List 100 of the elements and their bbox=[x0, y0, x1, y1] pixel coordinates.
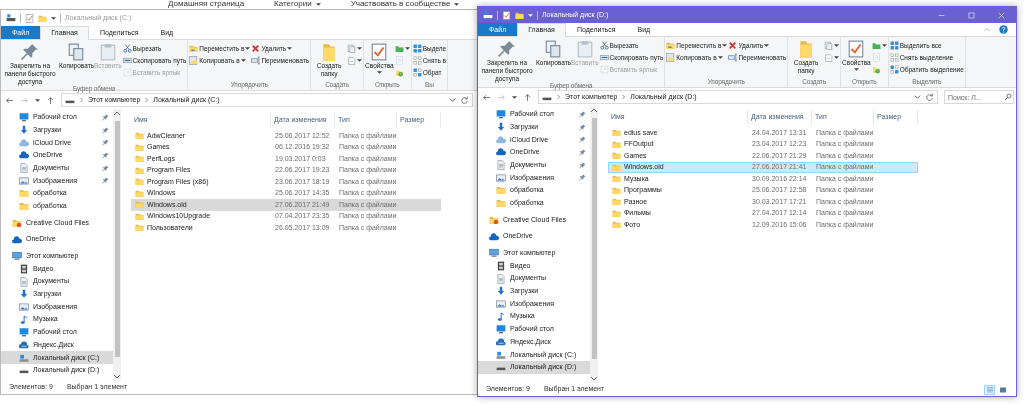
new-item-icon bbox=[347, 44, 357, 53]
cloud-icon bbox=[19, 137, 29, 148]
help-icon[interactable] bbox=[999, 25, 1008, 34]
dropdown-chevron-icon[interactable] bbox=[449, 97, 456, 103]
copy-icon bbox=[67, 43, 85, 61]
picture-icon bbox=[496, 172, 506, 183]
back-arrow-icon[interactable] bbox=[5, 95, 14, 105]
folder-icon bbox=[496, 198, 506, 209]
cloud-icon bbox=[19, 150, 29, 161]
folder-icon bbox=[135, 223, 144, 233]
easy-access-icon bbox=[824, 53, 834, 62]
select-all-icon bbox=[412, 44, 422, 53]
refresh-icon[interactable] bbox=[460, 95, 469, 105]
pin-icon bbox=[21, 43, 39, 61]
details-view-icon bbox=[985, 385, 994, 394]
folder-icon bbox=[612, 197, 621, 207]
folder-icon bbox=[489, 214, 499, 225]
properties-icon[interactable] bbox=[25, 13, 34, 23]
folder-icon bbox=[135, 211, 144, 221]
page-link[interactable]: Домашняя страница bbox=[168, 0, 245, 8]
picture-icon bbox=[496, 298, 506, 309]
ribbon-icon-button[interactable] bbox=[824, 40, 840, 51]
cloud-icon bbox=[12, 234, 22, 245]
cloud-icon bbox=[19, 340, 29, 351]
folder-icon bbox=[135, 177, 144, 187]
ribbon-icon-button[interactable] bbox=[347, 43, 363, 54]
film-icon bbox=[496, 260, 506, 271]
properties-icon bbox=[370, 43, 389, 61]
ribbon-icon-button[interactable] bbox=[347, 55, 363, 66]
folder-icon bbox=[135, 200, 144, 210]
caret-icon[interactable] bbox=[51, 16, 56, 20]
folder-icon bbox=[135, 142, 144, 152]
cloud-icon bbox=[489, 231, 499, 242]
caret-icon[interactable] bbox=[35, 98, 40, 102]
open-icon bbox=[394, 44, 404, 53]
delete-icon bbox=[728, 41, 738, 50]
clipboard-icon bbox=[575, 40, 594, 58]
folder-icon bbox=[612, 174, 621, 184]
ribbon-icon-button[interactable] bbox=[394, 43, 410, 54]
folder-icon bbox=[135, 188, 144, 198]
path-icon bbox=[122, 56, 132, 65]
document-icon bbox=[19, 163, 29, 174]
folder-icon bbox=[612, 220, 621, 230]
close-icon bbox=[996, 10, 1006, 20]
refresh-icon[interactable] bbox=[925, 92, 934, 102]
easy-access-icon bbox=[347, 56, 357, 65]
scrollbar[interactable] bbox=[590, 106, 598, 383]
monitor-icon bbox=[19, 112, 29, 123]
dropdown-chevron-icon[interactable] bbox=[914, 94, 921, 100]
large-icons-view-icon bbox=[998, 385, 1007, 394]
path-icon bbox=[599, 53, 609, 62]
drive-icon[interactable] bbox=[483, 10, 493, 20]
properties-icon[interactable] bbox=[502, 10, 511, 20]
music-note-icon bbox=[496, 311, 506, 322]
film-icon bbox=[19, 263, 29, 274]
cloud-icon bbox=[496, 337, 506, 348]
folder-copy-icon bbox=[666, 53, 676, 62]
cloud-icon bbox=[496, 134, 506, 145]
picture-icon bbox=[19, 175, 29, 186]
up-arrow-icon[interactable] bbox=[523, 92, 532, 102]
up-arrow-icon[interactable] bbox=[46, 95, 55, 105]
chevron-icon bbox=[621, 93, 627, 101]
folder-icon bbox=[612, 128, 621, 138]
caret-icon[interactable] bbox=[512, 95, 517, 99]
pin-icon bbox=[498, 40, 516, 58]
folder-move-icon bbox=[666, 41, 676, 50]
shortcut-icon bbox=[122, 68, 132, 77]
page-link[interactable]: Участвовать в сообществе bbox=[350, 0, 451, 8]
download-arrow-icon bbox=[496, 122, 506, 133]
ribbon-icon-button[interactable] bbox=[824, 52, 840, 63]
caret-icon[interactable] bbox=[528, 13, 533, 17]
folder-icon bbox=[135, 131, 144, 141]
back-arrow-icon[interactable] bbox=[482, 92, 491, 102]
monitor-icon bbox=[496, 324, 506, 335]
monitor-icon bbox=[496, 109, 506, 120]
folder-icon bbox=[612, 139, 621, 149]
folder-icon bbox=[612, 162, 621, 172]
picture-icon bbox=[19, 301, 29, 312]
document-icon bbox=[496, 273, 506, 284]
clipboard-icon bbox=[98, 43, 117, 61]
view-button[interactable] bbox=[984, 384, 995, 395]
edit-icon bbox=[871, 53, 881, 62]
download-arrow-icon bbox=[19, 125, 29, 136]
select-none-icon bbox=[889, 53, 899, 62]
folder-icon bbox=[135, 154, 144, 164]
drive-icon[interactable] bbox=[6, 13, 16, 23]
folder-icon bbox=[135, 165, 144, 175]
ribbon-icon-button[interactable] bbox=[871, 40, 887, 51]
folder-icon bbox=[19, 201, 29, 212]
chevron-icon bbox=[79, 96, 84, 104]
page-link[interactable]: Категории bbox=[274, 0, 312, 8]
chevron-icon bbox=[144, 96, 150, 104]
folder-icon[interactable] bbox=[515, 10, 524, 20]
scrollbar[interactable] bbox=[113, 109, 121, 381]
history-icon bbox=[871, 65, 881, 74]
computer-icon bbox=[12, 251, 22, 262]
invert-selection-icon bbox=[412, 68, 422, 77]
select-all-icon bbox=[889, 41, 899, 50]
rename-icon bbox=[251, 56, 261, 65]
download-arrow-icon bbox=[496, 286, 506, 297]
